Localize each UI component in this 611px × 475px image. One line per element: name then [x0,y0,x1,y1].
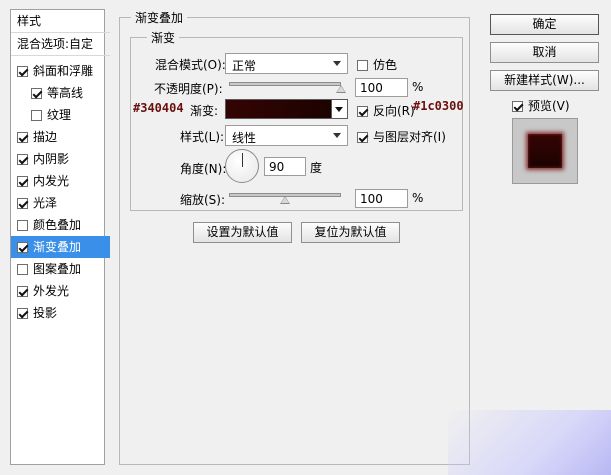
blend-mode-value: 正常 [232,59,257,73]
checkbox-icon[interactable] [17,308,28,319]
style-list-label: 内阴影 [33,152,70,166]
style-list-item[interactable]: 内阴影 [11,148,110,170]
scale-label: 缩放(S): [180,193,226,207]
chevron-down-icon [333,133,341,138]
style-list-label: 内发光 [33,174,70,188]
scale-unit: % [412,191,424,205]
checkbox-icon[interactable] [31,88,42,99]
style-list-label: 渐变叠加 [33,240,82,254]
style-list-label: 等高线 [47,86,84,100]
style-list-label: 光泽 [33,196,58,210]
new-style-button[interactable]: 新建样式(W)... [490,70,599,91]
checkbox-icon[interactable] [17,242,28,253]
scale-input[interactable]: 100 [355,189,408,208]
checkbox-icon[interactable] [17,198,28,209]
angle-unit: 度 [310,161,323,175]
style-list-label: 图案叠加 [33,262,82,276]
opacity-unit: % [412,80,424,94]
style-preview-swatch [528,134,562,168]
style-select[interactable]: 线性 [225,125,348,146]
style-list-label: 纹理 [47,108,72,122]
blend-mode-select[interactable]: 正常 [225,53,348,74]
checkbox-icon [357,132,368,143]
angle-dial[interactable] [225,149,259,183]
style-list-item[interactable]: 描边 [11,126,110,148]
reverse-label: 反向(R) [373,104,415,118]
style-list-item[interactable]: 内发光 [11,170,110,192]
style-list-item[interactable]: 投影 [11,302,110,324]
opacity-input[interactable]: 100 [355,78,408,97]
align-layer-label: 与图层对齐(I) [373,130,446,144]
checkbox-icon[interactable] [17,286,28,297]
styles-header[interactable]: 样式 [11,10,110,33]
checkbox-icon[interactable] [17,220,28,231]
checkbox-icon[interactable] [17,132,28,143]
style-list-item[interactable]: 外发光 [11,280,110,302]
style-preview-box [512,118,578,184]
set-default-button[interactable]: 设置为默认值 [193,222,292,243]
scale-slider-thumb[interactable] [280,196,290,204]
checkbox-icon[interactable] [17,66,28,77]
style-list-label: 斜面和浮雕 [33,64,94,78]
gradient-group-title: 渐变 [147,29,180,46]
checkbox-icon [357,60,368,71]
chevron-down-icon [335,107,343,112]
preview-label: 预览(V) [528,99,570,113]
style-list-item[interactable]: 纹理 [11,104,124,126]
style-list-label: 描边 [33,130,58,144]
style-label: 样式(L): [180,130,225,144]
opacity-slider-thumb[interactable] [336,85,346,93]
checkbox-icon[interactable] [17,154,28,165]
angle-label: 角度(N): [180,162,227,176]
style-list-item[interactable]: 图案叠加 [11,258,110,280]
gradient-preview[interactable] [225,99,333,119]
style-list-label: 颜色叠加 [33,218,82,232]
style-list-label: 投影 [33,306,58,320]
style-list-item[interactable]: 斜面和浮雕 [11,60,110,82]
ok-button[interactable]: 确定 [490,14,599,35]
checkbox-icon[interactable] [17,176,28,187]
preview-checkbox[interactable]: 预览(V) [512,97,570,114]
blend-options-item[interactable]: 混合选项:自定 [11,33,110,56]
gradient-overlay-title: 渐变叠加 [131,9,188,26]
watermark-area [448,410,611,475]
checkbox-icon [512,101,523,112]
gradient-label: 渐变: [190,104,219,118]
opacity-label: 不透明度(P): [154,82,223,96]
dither-checkbox[interactable]: 仿色 [357,56,397,73]
cancel-button[interactable]: 取消 [490,42,599,63]
style-list-label: 外发光 [33,284,70,298]
checkbox-icon[interactable] [17,264,28,275]
checkbox-icon[interactable] [31,110,42,121]
reset-default-button[interactable]: 复位为默认值 [301,222,400,243]
style-list-item[interactable]: 等高线 [11,82,124,104]
dither-label: 仿色 [373,58,398,72]
end-color-annotation: #1c0300 [413,99,464,113]
gradient-dropdown-button[interactable] [331,99,348,119]
style-list-item[interactable]: 渐变叠加 [11,236,110,258]
checkbox-icon [357,106,368,117]
styles-panel: 样式 混合选项:自定 斜面和浮雕等高线纹理描边内阴影内发光光泽颜色叠加渐变叠加图… [10,9,110,465]
blend-mode-label: 混合模式(O): [155,58,226,72]
style-list-item[interactable]: 颜色叠加 [11,214,110,236]
align-layer-checkbox[interactable]: 与图层对齐(I) [357,128,446,145]
reverse-checkbox[interactable]: 反向(R) [357,102,415,119]
chevron-down-icon [333,61,341,66]
opacity-slider-track[interactable] [229,82,341,86]
angle-needle [242,153,243,167]
start-color-annotation: #340404 [133,101,184,115]
angle-input[interactable]: 90 [264,157,306,176]
style-list-item[interactable]: 光泽 [11,192,110,214]
style-value: 线性 [232,131,257,145]
